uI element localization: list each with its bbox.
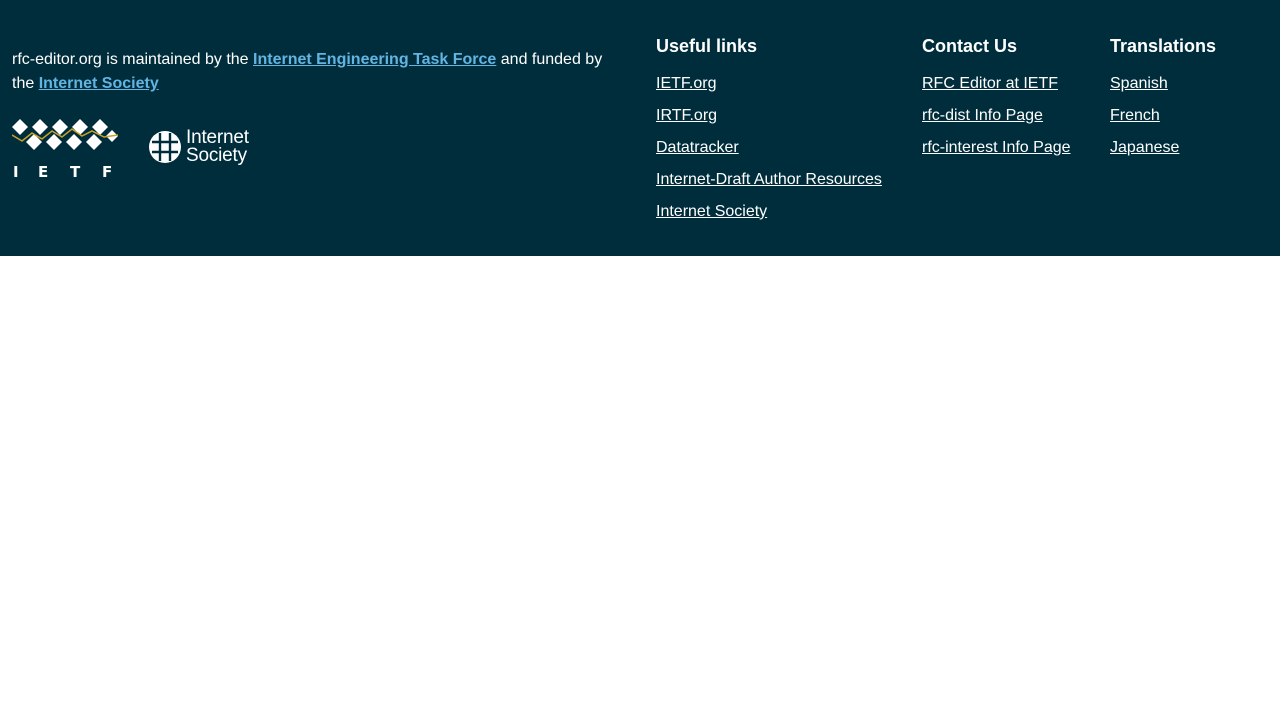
footer-about-text: rfc-editor.org is maintained by the Inte… [12,48,612,96]
link-rfc-editor-at-ietf[interactable]: RFC Editor at IETF [922,75,1058,92]
link-internet-society[interactable]: Internet Society [656,203,767,220]
list-item: Japanese [1110,138,1216,158]
link-id-author-resources[interactable]: Internet-Draft Author Resources [656,171,882,188]
site-footer: rfc-editor.org is maintained by the Inte… [0,0,1280,256]
ietf-link[interactable]: Internet Engineering Task Force [253,51,496,68]
isoc-logo[interactable]: Internet Society [147,128,249,166]
ietf-letter-e: E [38,163,48,179]
list-item: French [1110,106,1216,126]
list-item: Internet Society [656,202,882,222]
contact-heading: Contact Us [922,36,1018,56]
list-item: IRTF.org [656,106,882,126]
list-item: Spanish [1110,74,1216,94]
isoc-wordmark: Internet Society [186,128,249,166]
list-item: Datatracker [656,138,882,158]
list-item: rfc-dist Info Page [922,106,1071,126]
contact-list: RFC Editor at IETF rfc-dist Info Page rf… [922,74,1071,158]
translations-list: Spanish French Japanese [1110,74,1216,158]
link-rfc-interest-info[interactable]: rfc-interest Info Page [922,139,1071,156]
link-ietf-org[interactable]: IETF.org [656,75,716,92]
footer-logos: I E T F Internet Society [12,119,249,179]
translations-column: Translations Spanish French Japanese [1110,34,1216,170]
link-spanish[interactable]: Spanish [1110,75,1168,92]
list-item: rfc-interest Info Page [922,138,1071,158]
link-datatracker[interactable]: Datatracker [656,139,739,156]
translations-heading: Translations [1110,36,1217,56]
link-french[interactable]: French [1110,107,1160,124]
list-item: Internet-Draft Author Resources [656,170,882,190]
list-item: IETF.org [656,74,882,94]
isoc-wordmark-line2: Society [186,145,247,166]
ietf-letter-f: F [102,163,112,179]
list-item: RFC Editor at IETF [922,74,1071,94]
link-japanese[interactable]: Japanese [1110,139,1179,156]
ietf-letter-t: T [70,163,81,179]
link-irtf-org[interactable]: IRTF.org [656,107,717,124]
contact-column: Contact Us RFC Editor at IETF rfc-dist I… [922,34,1071,170]
useful-links-heading: Useful links [656,36,758,56]
ietf-letter-i: I [13,163,19,179]
ietf-logo[interactable]: I E T F [12,119,118,179]
link-rfc-dist-info[interactable]: rfc-dist Info Page [922,107,1043,124]
useful-links-list: IETF.org IRTF.org Datatracker Internet-D… [656,74,882,222]
about-text-before: rfc-editor.org is maintained by the [12,51,254,68]
useful-links-column: Useful links IETF.org IRTF.org Datatrack… [656,34,882,234]
isoc-globe-icon [149,131,181,163]
isoc-link[interactable]: Internet Society [39,75,159,92]
